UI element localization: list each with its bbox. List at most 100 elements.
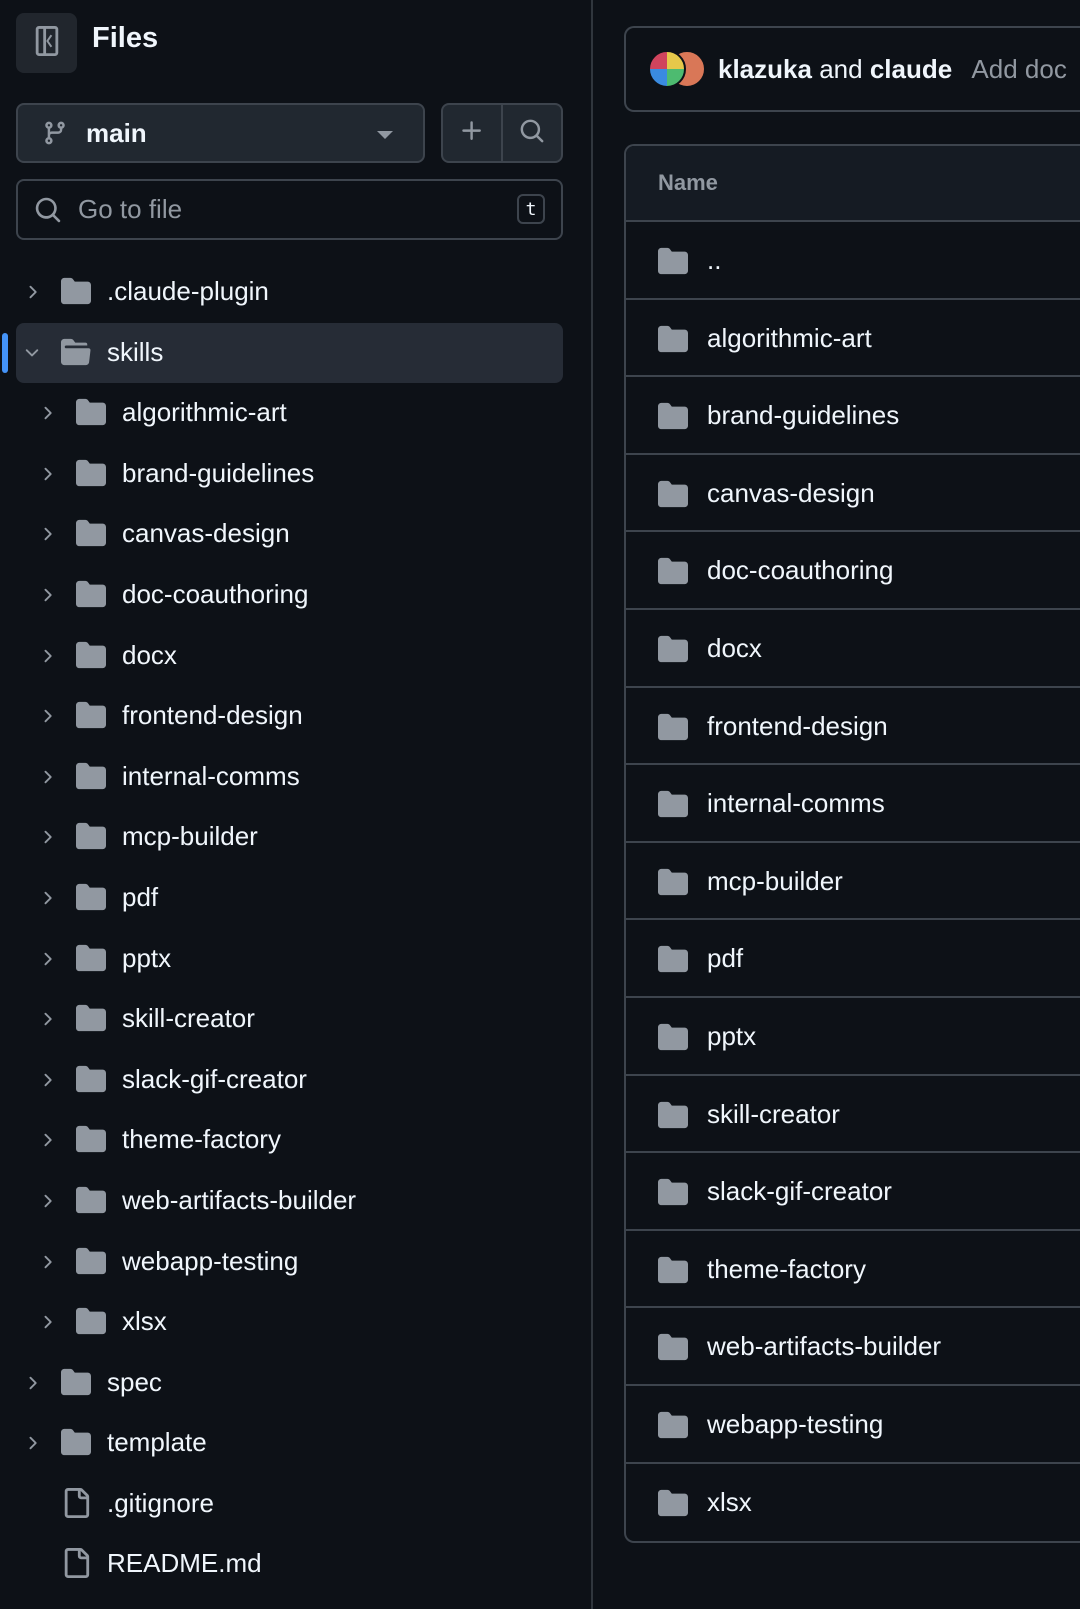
author-avatars[interactable] (648, 50, 708, 88)
tree-item[interactable]: template (0, 1413, 593, 1474)
chevron-right-icon[interactable] (37, 706, 57, 726)
tree-item[interactable]: theme-factory (0, 1110, 593, 1171)
avatar[interactable] (648, 50, 686, 88)
tree-item[interactable]: internal-comms (0, 747, 593, 808)
row-name-link[interactable]: doc-coauthoring (707, 555, 893, 586)
row-name-link[interactable]: internal-comms (707, 788, 885, 819)
tree-item[interactable]: skill-creator (0, 989, 593, 1050)
table-row[interactable]: docx (626, 610, 1080, 688)
row-name-link[interactable]: frontend-design (707, 711, 888, 742)
row-name-link[interactable]: web-artifacts-builder (707, 1331, 941, 1362)
row-name-link[interactable]: xlsx (707, 1487, 752, 1518)
tree-item[interactable]: brand-guidelines (0, 444, 593, 505)
commit-coauthor-link[interactable]: claude (870, 54, 952, 84)
tree-item-label: webapp-testing (122, 1245, 299, 1276)
chevron-right-icon[interactable] (22, 282, 42, 302)
row-name-link[interactable]: pptx (707, 1021, 756, 1052)
tree-item[interactable]: .gitignore (0, 1474, 593, 1535)
tree-item[interactable]: web-artifacts-builder (0, 1171, 593, 1232)
commit-author-link[interactable]: klazuka (718, 54, 812, 84)
go-to-file-field[interactable]: t (16, 179, 563, 240)
row-name-link[interactable]: webapp-testing (707, 1409, 883, 1440)
tree-item-label: mcp-builder (122, 821, 258, 852)
tree-item[interactable]: doc-coauthoring (0, 565, 593, 626)
tree-item[interactable]: xlsx (0, 1292, 593, 1353)
chevron-right-icon[interactable] (37, 949, 57, 969)
row-name-link[interactable]: brand-guidelines (707, 400, 899, 431)
tree-item[interactable]: .claude-plugin (0, 262, 593, 323)
table-row[interactable]: frontend-design (626, 688, 1080, 766)
table-row[interactable]: canvas-design (626, 455, 1080, 533)
row-name-link[interactable]: canvas-design (707, 478, 875, 509)
row-name-link[interactable]: theme-factory (707, 1254, 866, 1285)
search-code-button[interactable] (501, 105, 561, 161)
tree-item[interactable]: spec (0, 1353, 593, 1414)
table-row[interactable]: theme-factory (626, 1231, 1080, 1309)
table-row[interactable]: pptx (626, 998, 1080, 1076)
chevron-right-icon[interactable] (22, 1433, 42, 1453)
chevron-right-icon[interactable] (37, 464, 57, 484)
table-row[interactable]: algorithmic-art (626, 300, 1080, 378)
chevron-right-icon[interactable] (37, 585, 57, 605)
chevron-right-icon[interactable] (37, 1070, 57, 1090)
folder-icon (76, 1124, 106, 1159)
table-row[interactable]: webapp-testing (626, 1386, 1080, 1464)
chevron-right-icon[interactable] (37, 1191, 57, 1211)
chevron-right-icon[interactable] (37, 1009, 57, 1029)
folder-icon (61, 1367, 91, 1402)
folder-icon (658, 246, 688, 281)
table-row[interactable]: skill-creator (626, 1076, 1080, 1154)
table-row[interactable]: doc-coauthoring (626, 532, 1080, 610)
chevron-down-icon[interactable] (22, 343, 42, 363)
chevron-right-icon[interactable] (37, 767, 57, 787)
chevron-right-icon[interactable] (37, 646, 57, 666)
chevron-right-icon[interactable] (37, 403, 57, 423)
tree-item[interactable]: docx (0, 626, 593, 687)
tree-item-label: internal-comms (122, 760, 300, 791)
table-row[interactable]: mcp-builder (626, 843, 1080, 921)
tree-item[interactable]: README.md (0, 1534, 593, 1595)
tree-item[interactable]: mcp-builder (0, 807, 593, 868)
table-row[interactable]: web-artifacts-builder (626, 1308, 1080, 1386)
table-row[interactable]: .. (626, 222, 1080, 300)
row-name-link[interactable]: slack-gif-creator (707, 1176, 892, 1207)
file-tree: .claude-plugin skills algorithmic-art brand… (0, 262, 593, 1595)
table-row[interactable]: slack-gif-creator (626, 1153, 1080, 1231)
row-name-link[interactable]: pdf (707, 943, 743, 974)
chevron-right-icon[interactable] (37, 1312, 57, 1332)
row-name-link[interactable]: algorithmic-art (707, 323, 872, 354)
row-name-link[interactable]: .. (707, 245, 721, 276)
chevron-right-icon[interactable] (37, 888, 57, 908)
tree-item[interactable]: slack-gif-creator (0, 1050, 593, 1111)
tree-item[interactable]: canvas-design (0, 504, 593, 565)
table-row[interactable]: pdf (626, 920, 1080, 998)
table-row[interactable]: internal-comms (626, 765, 1080, 843)
commit-message-link[interactable]: Add doc (971, 54, 1066, 84)
tree-item[interactable]: algorithmic-art (0, 383, 593, 444)
chevron-right-icon[interactable] (37, 1252, 57, 1272)
folder-icon (658, 1100, 688, 1135)
table-row[interactable]: brand-guidelines (626, 377, 1080, 455)
chevron-right-icon[interactable] (37, 827, 57, 847)
tree-item[interactable]: pdf (0, 868, 593, 929)
tree-item-label: docx (122, 639, 177, 670)
row-name-link[interactable]: docx (707, 633, 762, 664)
tree-item[interactable]: webapp-testing (0, 1232, 593, 1293)
row-name-link[interactable]: skill-creator (707, 1099, 840, 1130)
chevron-right-icon[interactable] (37, 524, 57, 544)
tree-item[interactable]: skills (0, 322, 593, 384)
branch-name: main (86, 117, 147, 148)
tree-item-label: skills (107, 336, 164, 367)
tree-item[interactable]: pptx (0, 929, 593, 990)
search-icon (519, 118, 545, 149)
tree-item[interactable]: frontend-design (0, 686, 593, 747)
sidebar-toggle-button[interactable] (16, 13, 77, 73)
go-to-file-input[interactable] (76, 193, 480, 226)
chevron-right-icon[interactable] (22, 1373, 42, 1393)
chevron-right-icon[interactable] (37, 1130, 57, 1150)
table-row[interactable]: xlsx (626, 1464, 1080, 1542)
branch-selector[interactable]: main (16, 103, 425, 163)
folder-icon (76, 700, 106, 735)
add-file-button[interactable] (443, 105, 501, 161)
row-name-link[interactable]: mcp-builder (707, 866, 843, 897)
